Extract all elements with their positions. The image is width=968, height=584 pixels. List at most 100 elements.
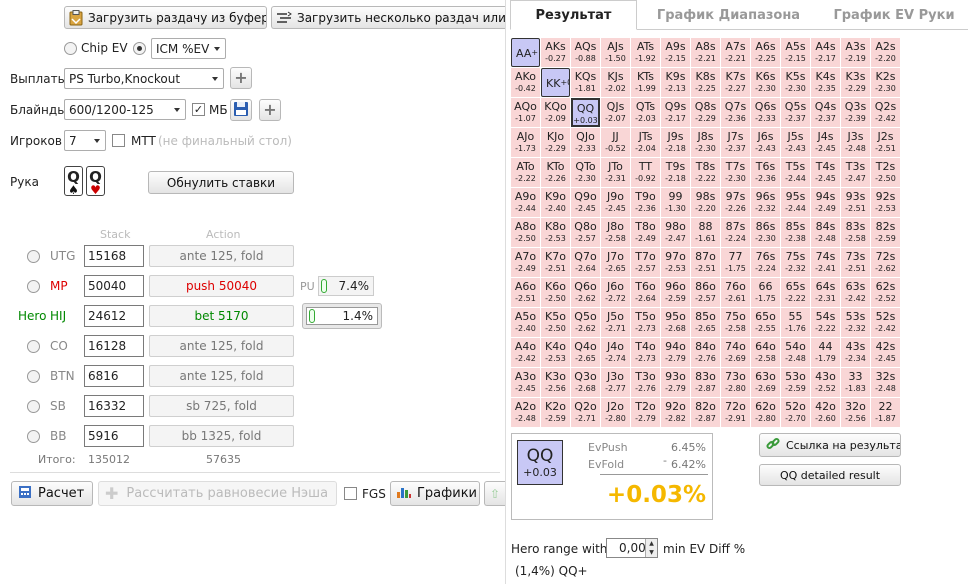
hand-cell-qts[interactable]: QTs -2.03 [631,98,660,127]
hand-cell-94o[interactable]: 94o -2.79 [661,338,690,367]
player-radio-sb[interactable] [27,400,40,413]
hand-cell-j4o[interactable]: J4o -2.74 [601,338,630,367]
hand-cell-k2o[interactable]: K2o -2.59 [541,398,570,427]
hand-cell-qto[interactable]: QTo -2.30 [571,158,600,187]
hand-cell-74s[interactable]: 74s -2.41 [811,248,840,277]
hand-cell-52o[interactable]: 52o -2.70 [781,398,810,427]
hand-cell-k2s[interactable]: K2s -2.30 [871,68,900,97]
stack-input-utg[interactable]: 15168 [84,245,144,267]
action-mp[interactable]: push 50040 [149,275,294,297]
hand-cell-76s[interactable]: 76s -2.24 [751,248,780,277]
hand-cell-j6s[interactable]: J6s -2.43 [751,128,780,157]
hand-cell-64s[interactable]: 64s -2.31 [811,278,840,307]
nash-equilibrium-button[interactable]: ✚ Рассчитать равновесие Нэша [98,481,337,506]
hand-cell-22[interactable]: 22 -1.87 [871,398,900,427]
hand-cell-j3o[interactable]: J3o -2.77 [601,368,630,397]
hand-cell-j7o[interactable]: J7o -2.65 [601,248,630,277]
hand-cell-73o[interactable]: 73o -2.80 [721,368,750,397]
hand-cell-98o[interactable]: 98o -2.47 [661,218,690,247]
hand-cell-92s[interactable]: 92s -2.53 [871,188,900,217]
hand-cell-a9s[interactable]: A9s -2.15 [661,38,690,67]
stack-input-hij[interactable]: 24612 [84,305,144,327]
hand-cell-qq[interactable]: QQ +0.03 [571,98,600,127]
stack-input-btn[interactable]: 6816 [84,365,144,387]
hand-cell-86o[interactable]: 86o -2.57 [691,278,720,307]
hand-cell-44[interactable]: 44 -1.79 [811,338,840,367]
hand-cell-32o[interactable]: 32o -2.56 [841,398,870,427]
mb-checkbox[interactable]: ✓ [192,103,205,116]
hand-cell-aqs[interactable]: AQs -0.88 [571,38,600,67]
hand-cell-kjs[interactable]: KJs -2.02 [601,68,630,97]
hand-cell-t4s[interactable]: T4s -2.45 [811,158,840,187]
hand-cell-t5o[interactable]: T5o -2.73 [631,308,660,337]
hand-cell-qjs[interactable]: QJs -2.07 [601,98,630,127]
hero-card-1[interactable]: Q ♠ [64,166,83,196]
hand-cell-63o[interactable]: 63o -2.69 [751,368,780,397]
load-multiple-button[interactable]: Загрузить несколько раздач или тур [271,6,505,29]
hand-cell-93o[interactable]: 93o -2.79 [661,368,690,397]
hand-cell-t8o[interactable]: T8o -2.49 [631,218,660,247]
hand-cell-kto[interactable]: KTo -2.26 [541,158,570,187]
hand-cell-82s[interactable]: 82s -2.59 [871,218,900,247]
hand-cell-j5o[interactable]: J5o -2.71 [601,308,630,337]
hand-cell-a8o[interactable]: A8o -2.50 [511,218,540,247]
hand-cell-j2o[interactable]: J2o -2.80 [601,398,630,427]
charts-button[interactable]: Графики [390,481,480,506]
hand-cell-j7s[interactable]: J7s -2.37 [721,128,750,157]
hand-cell-kqo[interactable]: KQo -2.09 [541,98,570,127]
add-blinds-button[interactable]: + [259,99,281,121]
hand-cell-86s[interactable]: 86s -2.30 [751,218,780,247]
hand-cell-k4s[interactable]: K4s -2.35 [811,68,840,97]
result-link-button[interactable]: Ссылка на результат [759,433,901,457]
hand-cell-62o[interactable]: 62o -2.80 [751,398,780,427]
hand-cell-63s[interactable]: 63s -2.42 [841,278,870,307]
hand-cell-66[interactable]: 66 -1.75 [751,278,780,307]
players-select[interactable]: 7 [64,130,106,151]
hand-cell-85s[interactable]: 85s -2.38 [781,218,810,247]
player-radio-utg[interactable] [27,250,40,263]
payouts-select[interactable]: PS Turbo,Knockout [64,68,224,89]
hand-cell-kts[interactable]: KTs -1.99 [631,68,660,97]
hand-cell-98s[interactable]: 98s -2.20 [691,188,720,217]
hand-cell-q2s[interactable]: Q2s -2.42 [871,98,900,127]
reset-bets-button[interactable]: Обнулить ставки [148,171,294,194]
hand-cell-42o[interactable]: 42o -2.60 [811,398,840,427]
hand-cell-q3o[interactable]: Q3o -2.68 [571,368,600,397]
hand-cell-q9s[interactable]: Q9s -2.17 [661,98,690,127]
action-hij[interactable]: bet 5170 [149,305,294,327]
hand-cell-92o[interactable]: 92o -2.82 [661,398,690,427]
stack-input-mp[interactable]: 50040 [84,275,144,297]
hand-cell-k8o[interactable]: K8o -2.53 [541,218,570,247]
hand-cell-t5s[interactable]: T5s -2.44 [781,158,810,187]
hand-cell-a5s[interactable]: A5s -2.15 [781,38,810,67]
hero-card-2[interactable]: Q ♥ [86,166,105,196]
hand-cell-52s[interactable]: 52s -2.42 [871,308,900,337]
hand-cell-96s[interactable]: 96s -2.32 [751,188,780,217]
hand-cell-aks[interactable]: AKs -0.27 [541,38,570,67]
hand-cell-t8s[interactable]: T8s -2.22 [691,158,720,187]
stack-input-bb[interactable]: 5916 [84,425,144,447]
stack-input-co[interactable]: 16128 [84,335,144,357]
player-radio-mp[interactable] [27,280,40,293]
hand-cell-82o[interactable]: 82o -2.87 [691,398,720,427]
hand-cell-99[interactable]: 99 -1.30 [661,188,690,217]
hand-cell-t2s[interactable]: T2s -2.50 [871,158,900,187]
mp-range-box[interactable]: 7.4% [318,276,374,296]
hand-cell-t6s[interactable]: T6s -2.36 [751,158,780,187]
hand-cell-62s[interactable]: 62s -2.52 [871,278,900,307]
hand-cell-ako[interactable]: AKo -0.42 [511,68,540,97]
min-ev-diff-spinner[interactable]: 0,00 ▲ ▼ [606,538,658,558]
hand-cell-jto[interactable]: JTo -2.31 [601,158,630,187]
hand-cell-t9s[interactable]: T9s -2.18 [661,158,690,187]
hand-cell-87o[interactable]: 87o -2.51 [691,248,720,277]
hand-cell-kk[interactable]: KK+0.61 [541,68,570,97]
action-utg[interactable]: ante 125, fold [149,245,294,267]
hand-cell-qjo[interactable]: QJo -2.33 [571,128,600,157]
action-co[interactable]: ante 125, fold [149,335,294,357]
hand-cell-a3s[interactable]: A3s -2.19 [841,38,870,67]
hand-cell-q5o[interactable]: Q5o -2.62 [571,308,600,337]
action-bb[interactable]: bb 1325, fold [149,425,294,447]
hand-cell-75o[interactable]: 75o -2.58 [721,308,750,337]
player-radio-bb[interactable] [27,430,40,443]
hand-cell-33[interactable]: 33 -1.83 [841,368,870,397]
